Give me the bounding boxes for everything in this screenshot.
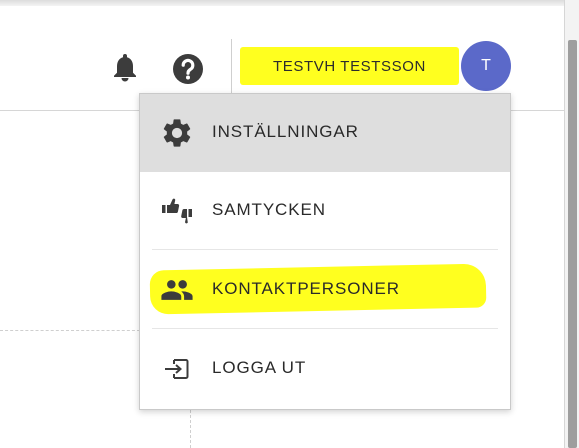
logout-icon xyxy=(160,352,194,386)
menu-item-label: SAMTYCKEN xyxy=(212,200,326,219)
menu-separator xyxy=(152,249,498,250)
user-menu-dropdown: INSTÄLLNINGAR SAMTYCKEN KONTAKTPERSONER xyxy=(139,93,511,410)
menu-item-kontaktpersoner[interactable]: KONTAKTPERSONER xyxy=(140,251,510,329)
people-icon xyxy=(160,273,194,307)
vertical-scrollbar[interactable] xyxy=(564,0,579,448)
menu-item-label: KONTAKTPERSONER xyxy=(212,279,400,298)
menu-item-samtycken[interactable]: SAMTYCKEN xyxy=(140,172,510,250)
bell-icon[interactable] xyxy=(112,52,138,82)
background-dashed-line-vertical xyxy=(190,410,191,448)
help-icon[interactable] xyxy=(172,53,204,85)
scrollbar-thumb[interactable] xyxy=(568,40,577,448)
thumbs-up-down-icon xyxy=(160,194,194,228)
header-divider xyxy=(231,39,232,95)
menu-item-installningar[interactable]: INSTÄLLNINGAR xyxy=(140,94,510,172)
menu-item-label: INSTÄLLNINGAR xyxy=(212,122,359,141)
user-name-button[interactable]: TESTVH TESTSSON xyxy=(240,47,459,85)
background-dashed-line xyxy=(0,330,140,331)
page: TESTVH TESTSSON T INSTÄLLNINGAR SAMTYCKE… xyxy=(0,0,579,448)
menu-separator xyxy=(152,328,498,329)
gear-icon xyxy=(160,116,194,150)
menu-item-label: LOGGA UT xyxy=(212,358,307,377)
menu-item-logga-ut[interactable]: LOGGA UT xyxy=(140,330,510,408)
avatar[interactable]: T xyxy=(461,41,511,91)
